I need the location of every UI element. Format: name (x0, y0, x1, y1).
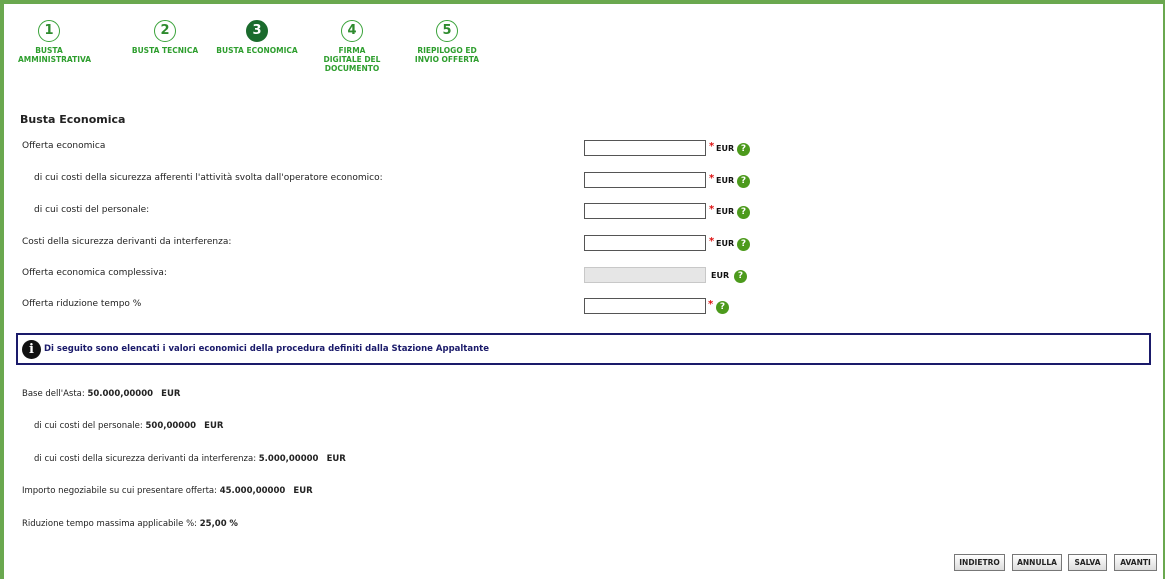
help-icon[interactable]: ? (716, 301, 729, 314)
help-icon[interactable]: ? (737, 238, 750, 251)
importo-negoziabile-line: Importo negoziabile su cui presentare of… (22, 486, 313, 496)
unit-label: EUR (716, 144, 735, 153)
base-asta-line: Base dell'Asta: 50.000,00000 EUR (22, 389, 180, 399)
field-label-offerta-economica: Offerta economica (22, 141, 106, 151)
costi-interferenza-line: di cui costi della sicurezza derivanti d… (34, 454, 346, 464)
required-marker: * (709, 141, 715, 152)
costi-sicurezza-afferenti-input[interactable] (584, 172, 706, 188)
help-icon[interactable]: ? (737, 175, 750, 188)
riduzione-tempo-input[interactable] (584, 298, 706, 314)
field-label-offerta-complessiva: Offerta economica complessiva: (22, 268, 167, 278)
required-marker: * (709, 236, 715, 247)
value-label: di cui costi del personale: (34, 421, 143, 431)
riduzione-tempo-line: Riduzione tempo massima applicabile %: 2… (22, 519, 238, 529)
unit-label: EUR (716, 207, 735, 216)
offerta-economica-input[interactable] (584, 140, 706, 156)
info-icon: i (22, 340, 41, 359)
step-5[interactable]: 5 RIEPILOGO ED INVIO OFFERTA (402, 20, 492, 64)
value-amount: 500,00000 (145, 421, 197, 431)
required-marker: * (709, 204, 715, 215)
help-icon[interactable]: ? (734, 270, 747, 283)
costi-interferenza-input[interactable] (584, 235, 706, 251)
value-label: Riduzione tempo massima applicabile %: (22, 519, 198, 529)
value-label: Importo negoziabile su cui presentare of… (22, 486, 217, 496)
offerta-complessiva-input (584, 267, 706, 283)
unit-label: EUR (716, 239, 735, 248)
help-icon[interactable]: ? (737, 143, 750, 156)
help-icon[interactable]: ? (737, 206, 750, 219)
step-3-label: BUSTA ECONOMICA (216, 46, 298, 55)
cancel-button[interactable]: ANNULLA (1012, 554, 1062, 571)
value-label: di cui costi della sicurezza derivanti d… (34, 454, 257, 464)
step-4-number: 4 (341, 20, 363, 42)
info-banner: i Di seguito sono elencati i valori econ… (16, 333, 1151, 365)
step-1-label: BUSTA AMMINISTRATIVA (18, 46, 92, 64)
costi-personale-line: di cui costi del personale: 500,00000 EU… (34, 421, 223, 431)
step-5-label: RIEPILOGO ED INVIO OFFERTA (414, 46, 480, 64)
back-button[interactable]: INDIETRO (954, 554, 1005, 571)
step-1-number: 1 (38, 20, 60, 42)
field-label-costi-interferenza: Costi della sicurezza derivanti da inter… (22, 237, 232, 247)
required-marker: * (709, 173, 715, 184)
value-amount: 5.000,00000 (258, 454, 319, 464)
unit-label: EUR (716, 176, 735, 185)
step-5-number: 5 (436, 20, 458, 42)
field-label-costi-personale: di cui costi del personale: (34, 205, 150, 215)
value-amount: 25,00 (199, 519, 227, 529)
step-4[interactable]: 4 FIRMA DIGITALE DEL DOCUMENTO (306, 20, 398, 73)
value-unit: EUR (204, 421, 224, 431)
section-title: Busta Economica (20, 113, 126, 126)
unit-label: EUR (711, 271, 730, 280)
costi-personale-input[interactable] (584, 203, 706, 219)
step-3[interactable]: 3 BUSTA ECONOMICA (214, 20, 300, 55)
value-amount: 50.000,00000 (87, 389, 154, 399)
required-marker: * (708, 299, 714, 310)
step-3-number: 3 (246, 20, 268, 42)
step-2-number: 2 (154, 20, 176, 42)
value-unit: EUR (326, 454, 346, 464)
field-label-riduzione-tempo: Offerta riduzione tempo % (22, 299, 142, 309)
save-button[interactable]: SALVA (1068, 554, 1107, 571)
field-label-costi-sicurezza-afferenti: di cui costi della sicurezza afferenti l… (34, 173, 383, 183)
info-text: Di seguito sono elencati i valori econom… (44, 344, 489, 354)
step-4-label: FIRMA DIGITALE DEL DOCUMENTO (323, 46, 381, 73)
value-amount: 45.000,00000 (219, 486, 286, 496)
value-unit: % (229, 519, 238, 529)
value-unit: EUR (293, 486, 313, 496)
value-label: Base dell'Asta: (22, 389, 85, 399)
step-2-label: BUSTA TECNICA (131, 46, 199, 55)
next-button[interactable]: AVANTI (1114, 554, 1157, 571)
step-2[interactable]: 2 BUSTA TECNICA (126, 20, 204, 55)
step-1[interactable]: 1 BUSTA AMMINISTRATIVA (18, 20, 92, 64)
value-unit: EUR (161, 389, 181, 399)
